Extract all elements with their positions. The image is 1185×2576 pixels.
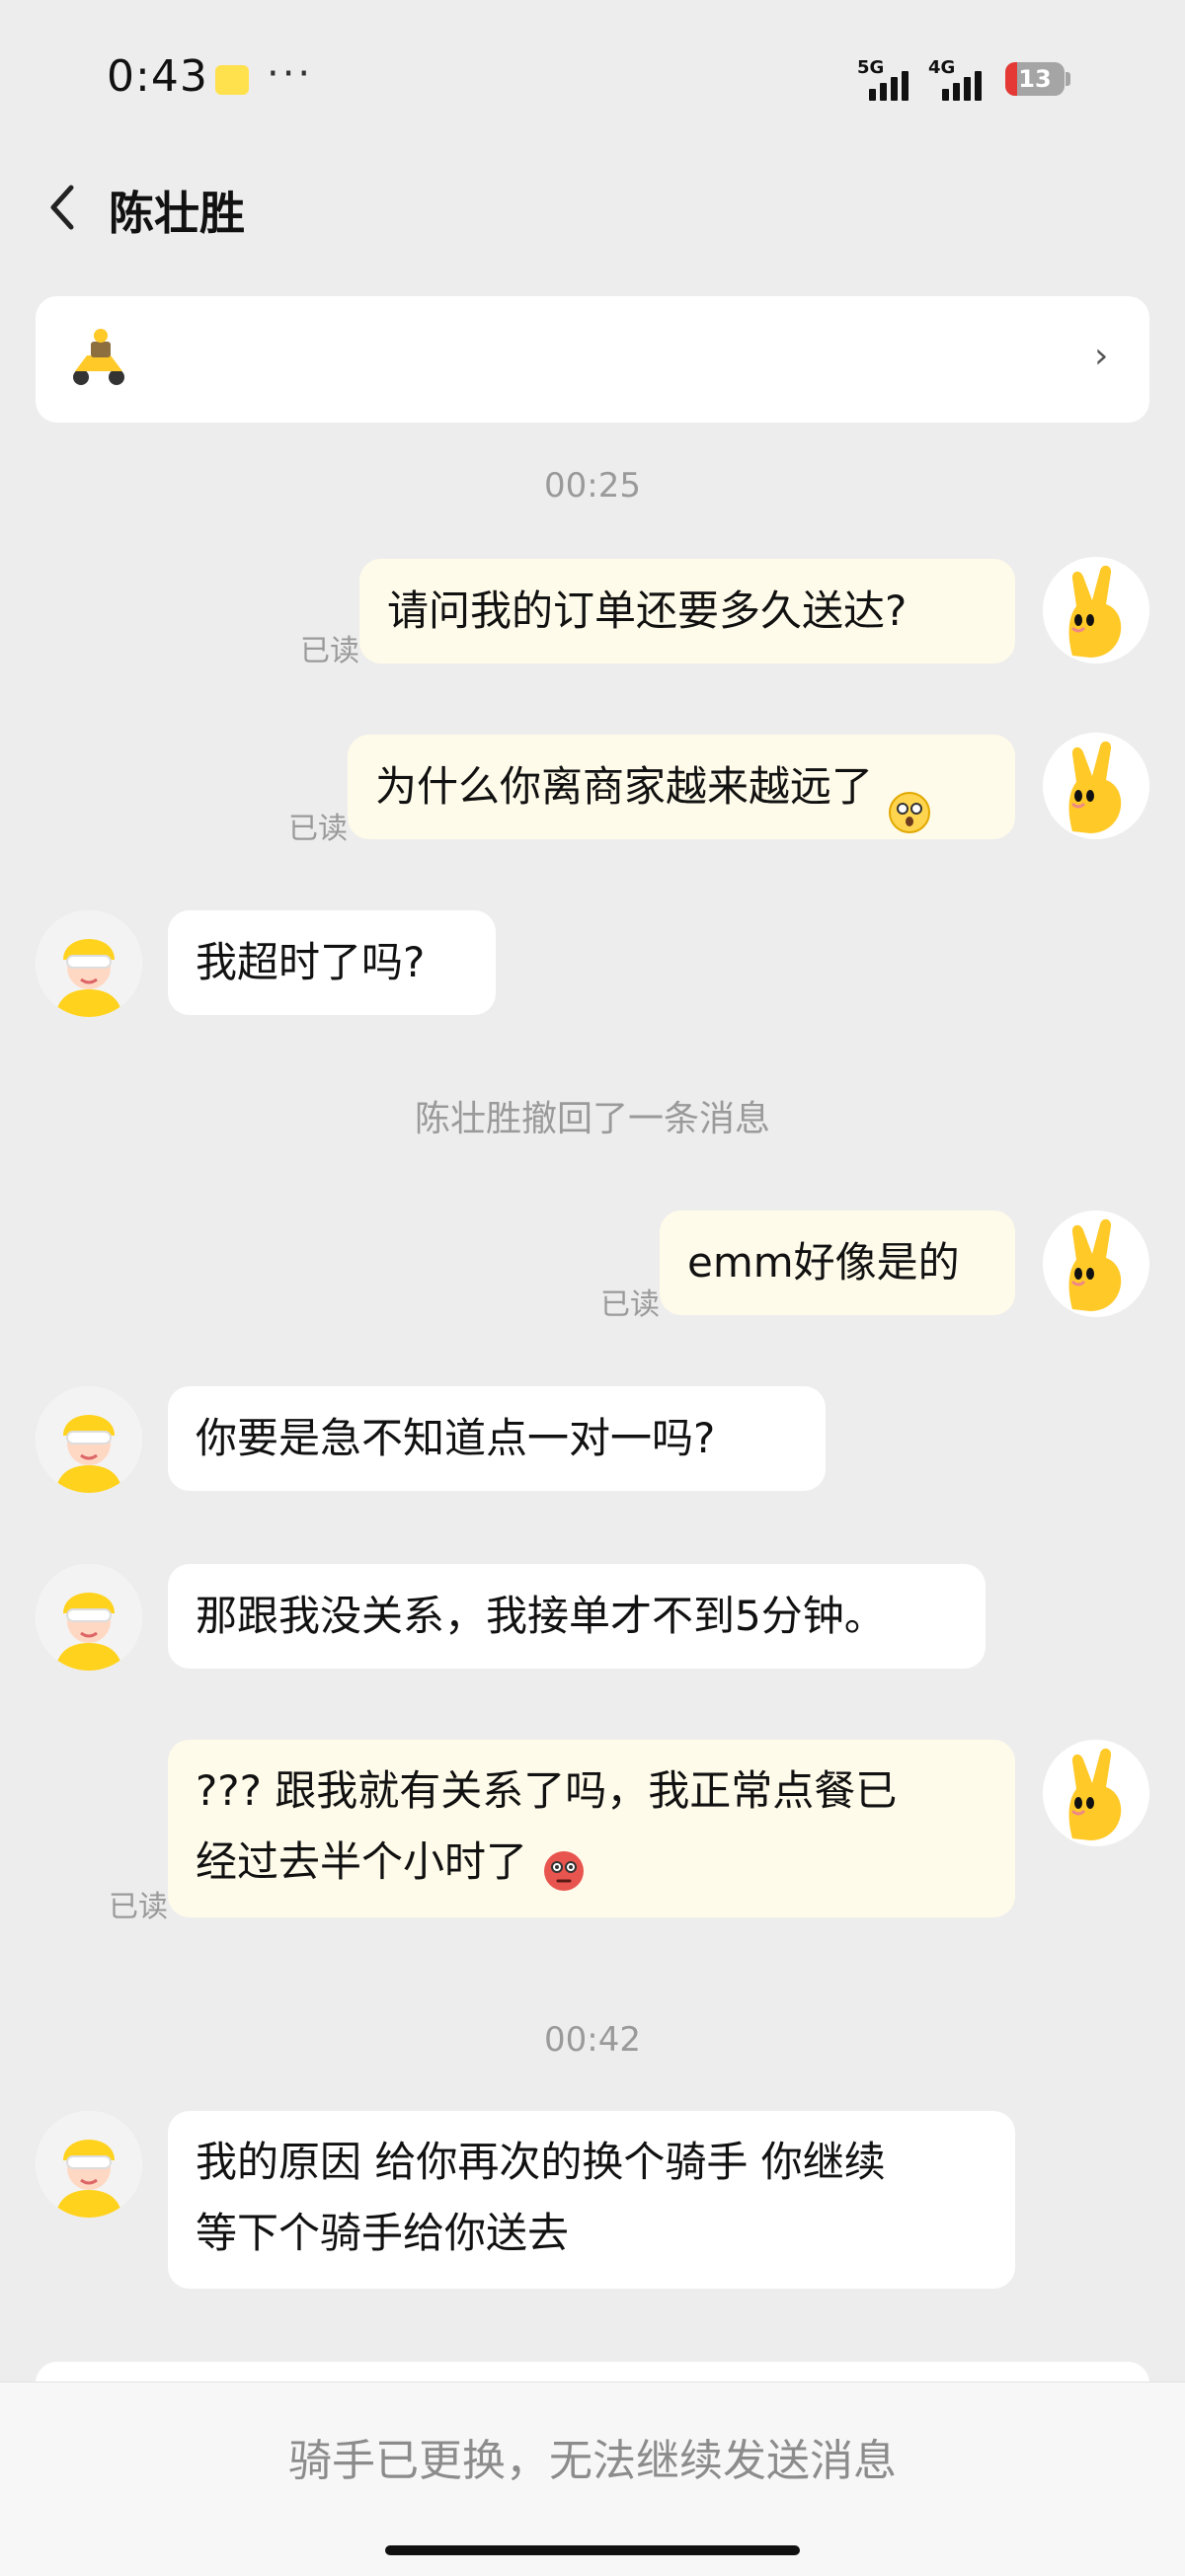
status-time: 0:43 — [107, 51, 208, 102]
order-info-card[interactable] — [36, 296, 1149, 423]
message-bubble-sent[interactable]: 为什么你离商家越来越远了 — [348, 735, 1015, 839]
app-notification-icon — [215, 65, 249, 95]
message-text: 我超时了吗? — [196, 938, 426, 986]
message-text: 请问我的订单还要多久送达? — [387, 586, 908, 635]
rider-avatar[interactable] — [36, 1386, 142, 1493]
message-bubble-received[interactable]: 我的原因 给你再次的换个骑手 你继续 等下个骑手给你送去 — [168, 2111, 1015, 2289]
chevron-left-icon — [50, 185, 74, 230]
message-text-line: 等下个骑手给你送去 — [196, 2209, 570, 2257]
card-chevron-right-icon: › — [1094, 336, 1109, 376]
more-notifications-icon: ··· — [267, 51, 314, 97]
message-bubble-received[interactable]: 我超时了吗? — [168, 910, 496, 1015]
page-title: 陈壮胜 — [109, 187, 245, 240]
read-receipt: 已读 — [109, 1890, 168, 1924]
read-receipt: 已读 — [600, 1288, 660, 1322]
rider-avatar[interactable] — [36, 910, 142, 1017]
my-avatar[interactable] — [1043, 557, 1149, 664]
message-bubble-received[interactable]: 那跟我没关系，我接单才不到5分钟。 — [168, 1564, 986, 1669]
home-indicator[interactable] — [385, 2545, 800, 2555]
scooter-delivery-icon — [67, 326, 130, 389]
message-text: 你要是急不知道点一对一吗? — [196, 1414, 716, 1462]
back-button[interactable] — [40, 178, 83, 237]
recalled-message-notice: 陈壮胜撤回了一条消息 — [414, 1099, 770, 1139]
timestamp: 00:25 — [544, 466, 641, 506]
message-text-line: ??? 跟我就有关系了吗，我正常点餐已 — [196, 1766, 898, 1815]
my-avatar[interactable] — [1043, 1740, 1149, 1846]
battery-low-icon — [1005, 62, 1017, 96]
message-text: 那跟我没关系，我接单才不到5分钟。 — [196, 1592, 886, 1640]
read-receipt: 已读 — [288, 812, 348, 846]
message-bubble-sent[interactable]: emm好像是的 — [660, 1210, 1015, 1315]
message-text-line: 我的原因 给你再次的换个骑手 你继续 — [196, 2138, 886, 2186]
rider-avatar[interactable] — [36, 1564, 142, 1671]
battery-tip — [1066, 72, 1070, 86]
message-bubble-received[interactable]: 你要是急不知道点一对一吗? — [168, 1386, 826, 1491]
message-text: 为什么你离商家越来越远了 — [375, 762, 874, 811]
message-bubble-sent[interactable]: 请问我的订单还要多久送达? — [359, 559, 1015, 664]
rider-changed-notice: 骑手已更换，无法继续发送消息 — [288, 2436, 897, 2486]
message-text-line: 经过去半个小时了 — [196, 1837, 528, 1886]
astonished-emoji-icon — [888, 768, 931, 833]
my-avatar[interactable] — [1043, 733, 1149, 839]
read-receipt: 已读 — [300, 634, 359, 668]
my-avatar[interactable] — [1043, 1210, 1149, 1317]
message-text: emm好像是的 — [687, 1238, 960, 1287]
timestamp: 00:42 — [544, 2020, 641, 2060]
message-bubble-sent[interactable]: ??? 跟我就有关系了吗，我正常点餐已 经过去半个小时了 — [168, 1740, 1015, 1917]
rider-avatar[interactable] — [36, 2111, 142, 2218]
flushed-emoji-icon — [542, 1843, 586, 1891]
